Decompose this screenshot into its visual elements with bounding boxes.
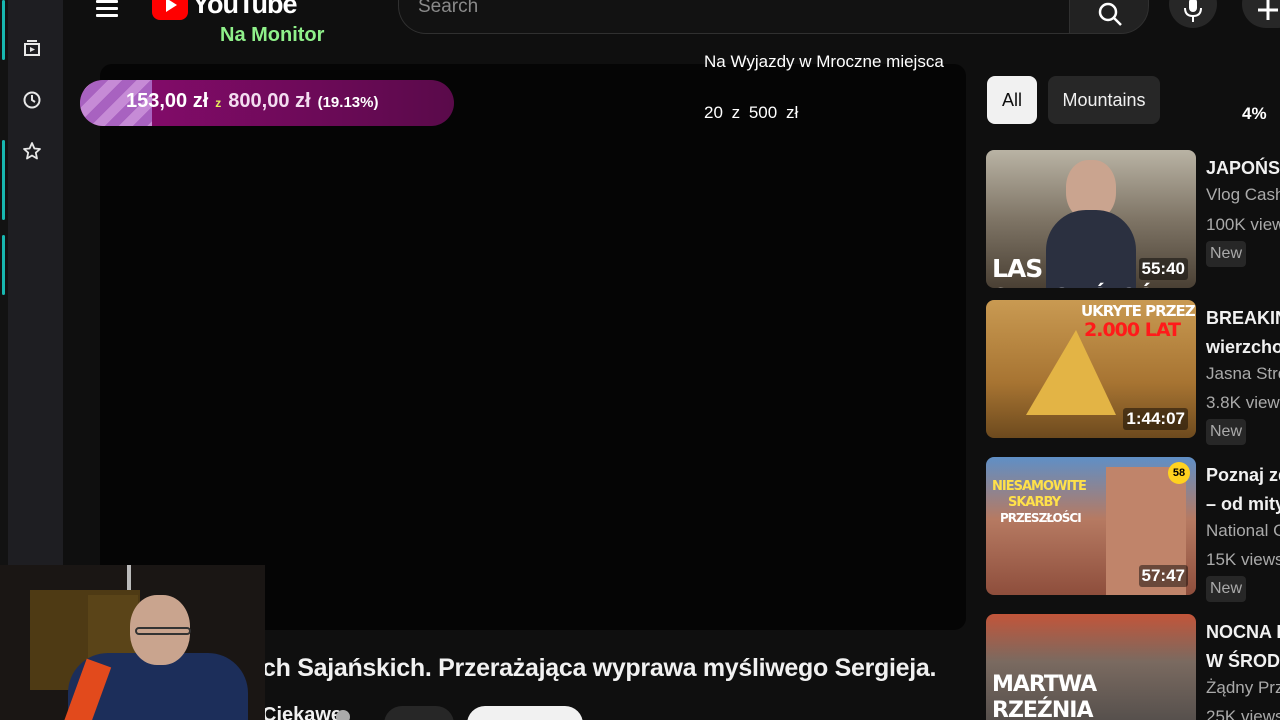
video-duration: 57:47 [1138, 565, 1188, 587]
chip-all[interactable]: All [987, 76, 1037, 124]
goal-current: 153,00 zł [126, 90, 209, 112]
recommendation-title[interactable]: JAPOŃSKI [1206, 154, 1280, 183]
recommendation-title[interactable]: Poznaj zd – od mity [1206, 461, 1280, 519]
donation-goal-bar: 153,00 zł z 800,00 zł (19.13%) [80, 80, 454, 126]
search-button[interactable] [1069, 0, 1149, 34]
join-button[interactable] [384, 706, 454, 720]
video-thumbnail[interactable]: UKRYTE PRZEZ 2.000 LAT 1:44:07 [986, 300, 1196, 438]
thumbnail-text: PRZESZŁOŚCI [1000, 511, 1082, 525]
goal-overlay-count: 20 z 500 zł [704, 103, 799, 122]
webcam-person [135, 627, 191, 635]
recommendation-views: 100K views [1206, 215, 1280, 234]
goal-target: 800,00 zł [228, 90, 311, 112]
recommendation-title-line: – od mity [1206, 494, 1280, 514]
recommendation-views: 15K views [1206, 550, 1280, 569]
thumbnail-text: 2.000 LAT [1084, 319, 1181, 341]
new-badge: New [1206, 241, 1246, 267]
recommendation-channel[interactable]: Vlog Casha [1206, 185, 1280, 205]
recommendation-title[interactable]: BREAKING wierzchoł [1206, 304, 1280, 362]
video-thumbnail[interactable]: MARTWA RZEŹNIA [986, 614, 1196, 720]
video-duration: 1:44:07 [1123, 408, 1188, 430]
goal-percent: (19.13%) [317, 94, 379, 111]
chip-mountains[interactable]: Mountains [1048, 76, 1160, 124]
youtube-wordmark[interactable]: YouTube [192, 0, 297, 20]
webcam-feed [0, 565, 265, 720]
thumbnail-text: RZEŹNIA [992, 698, 1093, 720]
youtube-logo-icon[interactable] [152, 0, 188, 20]
donation-goal-text: 153,00 zł z 800,00 zł (19.13%) [126, 90, 378, 113]
history-icon[interactable] [22, 90, 42, 110]
goal-overlay-title: Na Wyjazdy w Mroczne miejsca [704, 52, 944, 71]
subscribe-button[interactable] [467, 706, 583, 720]
recommendation-channel[interactable]: National Geographic [1206, 521, 1280, 541]
thumbnail-text: MARTWA [992, 672, 1097, 697]
verified-icon [336, 710, 350, 720]
goal-percent-right: 4% [1242, 104, 1267, 123]
teal-accent [2, 235, 5, 295]
recommendation-card[interactable]: LAS SAMOBÓJCÓW 55:40 JAPOŃSKI Vlog Casha… [986, 150, 1280, 290]
obs-border [0, 0, 8, 565]
voice-search-button[interactable] [1169, 0, 1217, 28]
menu-icon[interactable] [93, 0, 121, 24]
star-icon[interactable] [22, 141, 42, 161]
recommendation-title-line: BREAKING [1206, 308, 1280, 328]
recommendation-views: 25K views [1206, 707, 1280, 720]
create-button[interactable] [1242, 0, 1280, 28]
new-badge: New [1206, 576, 1246, 602]
video-thumbnail[interactable]: LAS SAMOBÓJCÓW 55:40 [986, 150, 1196, 288]
recommendation-channel[interactable]: Żądny Przygód [1206, 678, 1280, 698]
video-channel-name[interactable]: Ciekawe [262, 704, 342, 720]
thumbnail-text: SKARBY [1008, 495, 1061, 510]
video-duration: 55:40 [1138, 258, 1188, 280]
runtime-badge: 58 [1168, 462, 1190, 484]
new-badge: New [1206, 419, 1246, 445]
thumbnail-pyramid [1026, 330, 1116, 415]
microphone-icon [1184, 0, 1202, 22]
channel-tag: Na Monitor [220, 24, 325, 46]
search-input[interactable] [398, 0, 1070, 34]
recommendation-title[interactable]: NOCNA E W ŚRODK [1206, 618, 1280, 676]
teal-accent [2, 140, 5, 220]
video-title: ch Sajańskich. Przerażająca wyprawa myśl… [262, 654, 937, 682]
recommendation-card[interactable]: UKRYTE PRZEZ 2.000 LAT 1:44:07 BREAKING … [986, 300, 1280, 445]
plus-icon [1258, 0, 1278, 20]
recommendation-title-line: NOCNA E [1206, 622, 1280, 642]
video-thumbnail[interactable]: NIESAMOWITE SKARBY PRZESZŁOŚCI 58 57:47 [986, 457, 1196, 595]
thumbnail-text: UKRYTE PRZEZ [1081, 302, 1196, 320]
subscriptions-icon[interactable] [22, 38, 42, 58]
recommendation-title-line: W ŚRODK [1206, 651, 1280, 671]
goal-separator: z [215, 96, 222, 110]
search-placeholder: Search [418, 0, 479, 17]
recommendation-card[interactable]: NIESAMOWITE SKARBY PRZESZŁOŚCI 58 57:47 … [986, 457, 1280, 602]
teal-accent [2, 0, 5, 60]
video-player[interactable] [100, 64, 966, 630]
recommendation-title-line: wierzchoł [1206, 337, 1280, 357]
thumbnail-text: NIESAMOWITE [992, 479, 1087, 494]
youtube-mini-guide [8, 0, 63, 565]
recommendation-views: 3.8K views [1206, 393, 1280, 412]
recommendation-channel[interactable]: Jasna Strona [1206, 364, 1280, 384]
recommendation-card[interactable]: MARTWA RZEŹNIA NOCNA E W ŚRODK Żądny Prz… [986, 614, 1280, 720]
search-icon [1098, 2, 1122, 26]
recommendation-title-line: Poznaj zd [1206, 465, 1280, 485]
